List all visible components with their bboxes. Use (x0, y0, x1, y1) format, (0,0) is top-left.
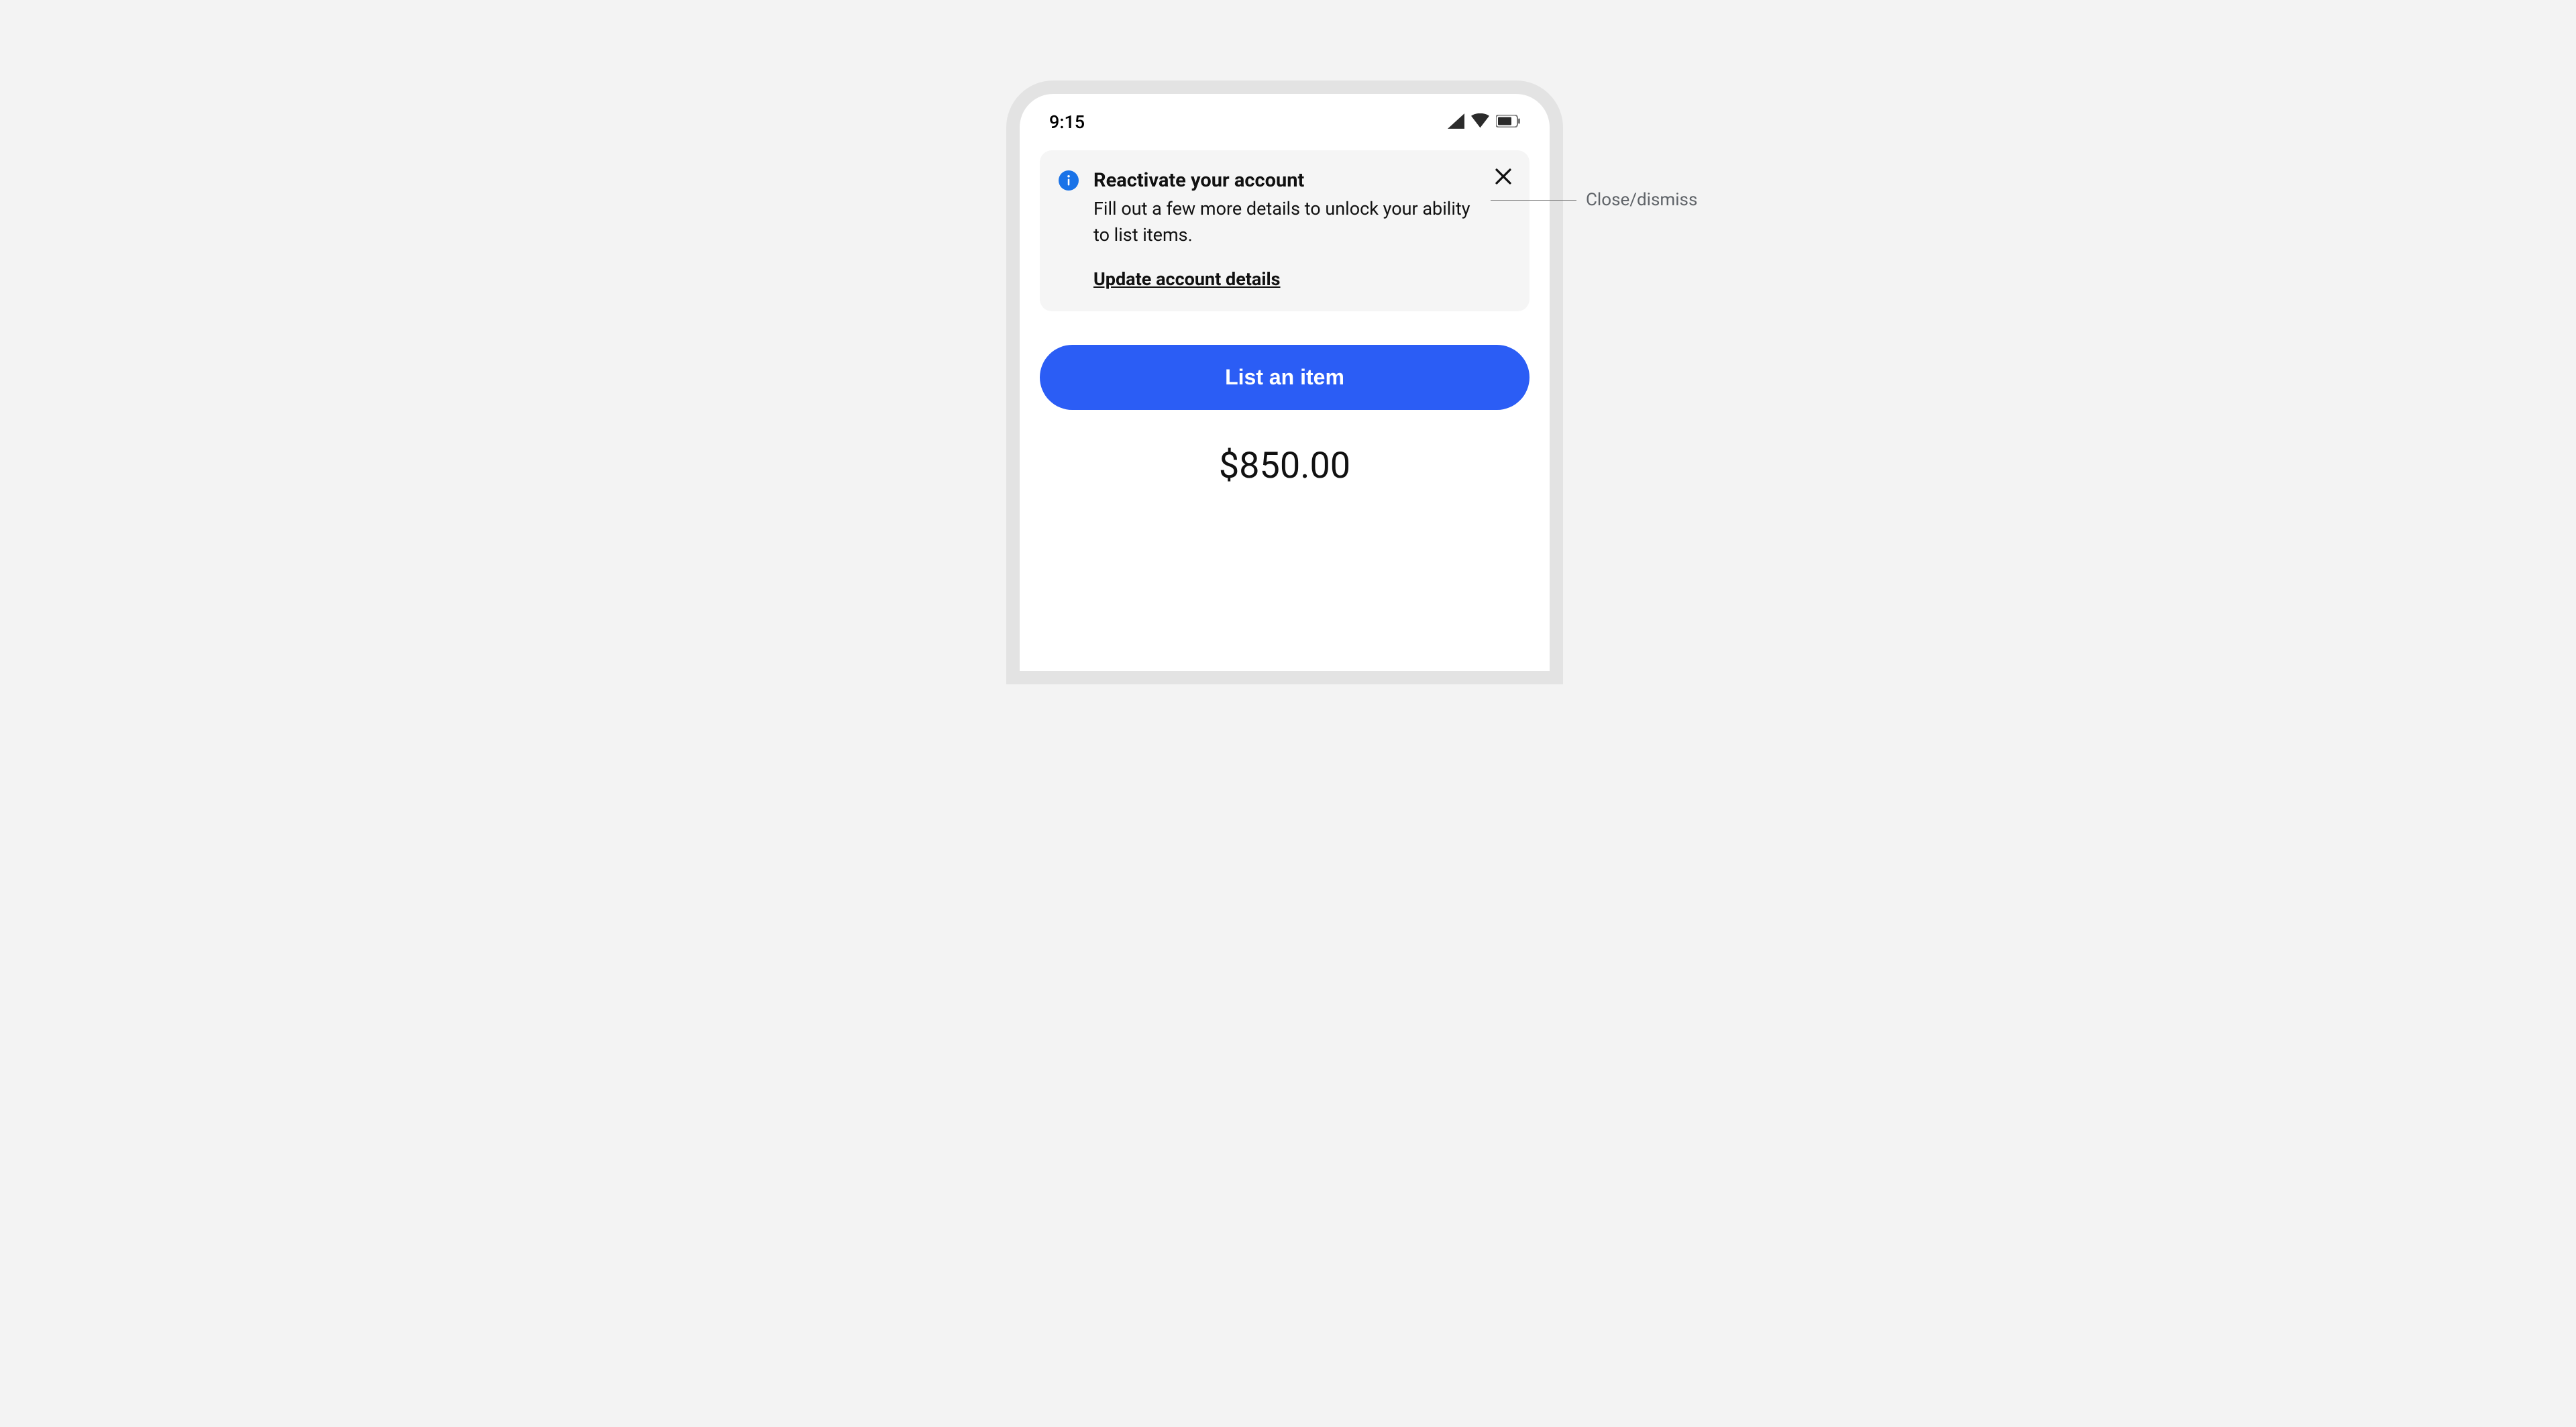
update-account-link[interactable]: Update account details (1093, 268, 1281, 290)
notice-description: Fill out a few more details to unlock yo… (1093, 196, 1477, 248)
status-icons (1448, 113, 1520, 131)
annotation-close: Close/dismiss (1491, 190, 1697, 210)
cellular-icon (1448, 113, 1464, 131)
status-bar: 9:15 (1020, 94, 1550, 145)
info-icon (1059, 170, 1079, 191)
close-button[interactable] (1493, 166, 1513, 187)
notice-title: Reactivate your account (1093, 169, 1477, 192)
wifi-icon (1471, 113, 1489, 131)
annotation-line (1491, 200, 1576, 201)
battery-icon (1496, 115, 1520, 130)
notice-body: Reactivate your account Fill out a few m… (1093, 169, 1511, 290)
list-item-button[interactable]: List an item (1040, 345, 1529, 410)
close-icon (1493, 166, 1513, 187)
amount-value: $850.00 (1020, 445, 1550, 487)
design-canvas: 9:15 (778, 0, 1798, 545)
phone-frame: 9:15 (1006, 81, 1563, 684)
inline-notice: Reactivate your account Fill out a few m… (1040, 150, 1529, 311)
status-time: 9:15 (1049, 111, 1085, 133)
annotation-label: Close/dismiss (1586, 190, 1697, 210)
